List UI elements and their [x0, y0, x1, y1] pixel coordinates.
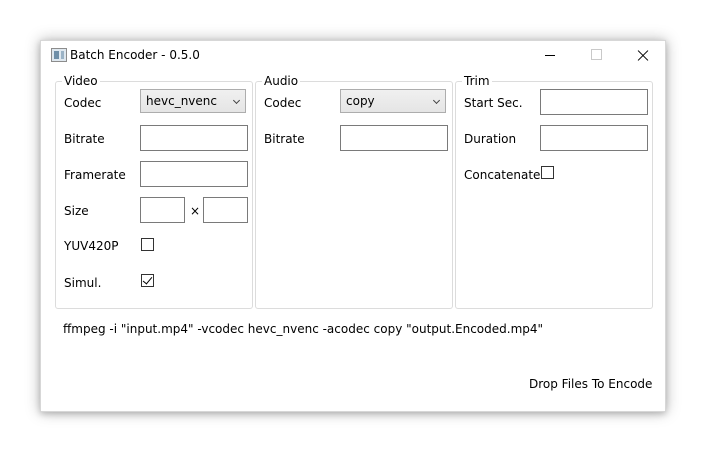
audio-group: Audio Codec copy Bitrate — [255, 73, 453, 309]
command-preview: ffmpeg -i "input.mp4" -vcodec hevc_nvenc… — [63, 322, 544, 336]
yuv420p-label: YUV420P — [64, 239, 119, 253]
audio-group-title: Audio — [262, 73, 301, 89]
title-bar[interactable]: Batch Encoder - 0.5.0 — [41, 41, 665, 71]
audio-codec-value: copy — [346, 94, 375, 108]
chevron-down-icon — [432, 96, 441, 105]
video-codec-select[interactable]: hevc_nvenc — [140, 89, 246, 113]
drop-files-hint: Drop Files To Encode — [529, 377, 653, 391]
video-bitrate-label: Bitrate — [64, 132, 105, 146]
concatenate-label: Concatenate — [464, 168, 541, 182]
window-title: Batch Encoder - 0.5.0 — [70, 48, 200, 62]
video-framerate-label: Framerate — [64, 168, 126, 182]
audio-codec-label: Codec — [264, 96, 302, 110]
duration-input[interactable] — [540, 125, 648, 151]
app-icon — [51, 48, 67, 62]
video-size-height-input[interactable] — [203, 197, 248, 223]
concatenate-checkbox[interactable] — [541, 166, 554, 179]
video-codec-label: Codec — [64, 96, 102, 110]
start-sec-input[interactable] — [540, 89, 648, 115]
trim-group-title: Trim — [462, 73, 492, 89]
audio-bitrate-label: Bitrate — [264, 132, 305, 146]
video-size-label: Size — [64, 204, 89, 218]
trim-group: Trim Start Sec. Duration Concatenate — [455, 73, 653, 309]
video-codec-value: hevc_nvenc — [146, 94, 217, 108]
video-framerate-input[interactable] — [140, 161, 248, 187]
duration-label: Duration — [464, 132, 517, 146]
size-separator: × — [190, 204, 201, 218]
audio-bitrate-input[interactable] — [340, 125, 448, 151]
video-group-title: Video — [62, 73, 100, 89]
start-sec-label: Start Sec. — [464, 96, 523, 110]
main-window: Batch Encoder - 0.5.0 Video Codec hevc_n… — [40, 40, 666, 412]
video-size-width-input[interactable] — [140, 197, 185, 223]
chevron-down-icon — [232, 96, 241, 105]
video-group: Video Codec hevc_nvenc Bitrate Framerate… — [55, 73, 253, 309]
simul-checkbox[interactable] — [141, 274, 154, 287]
maximize-icon[interactable] — [574, 41, 620, 71]
simul-label: Simul. — [64, 276, 102, 290]
yuv420p-checkbox[interactable] — [141, 238, 154, 251]
video-bitrate-input[interactable] — [140, 125, 248, 151]
audio-codec-select[interactable]: copy — [340, 89, 446, 113]
close-icon[interactable] — [620, 41, 666, 71]
minimize-icon[interactable] — [528, 41, 574, 71]
